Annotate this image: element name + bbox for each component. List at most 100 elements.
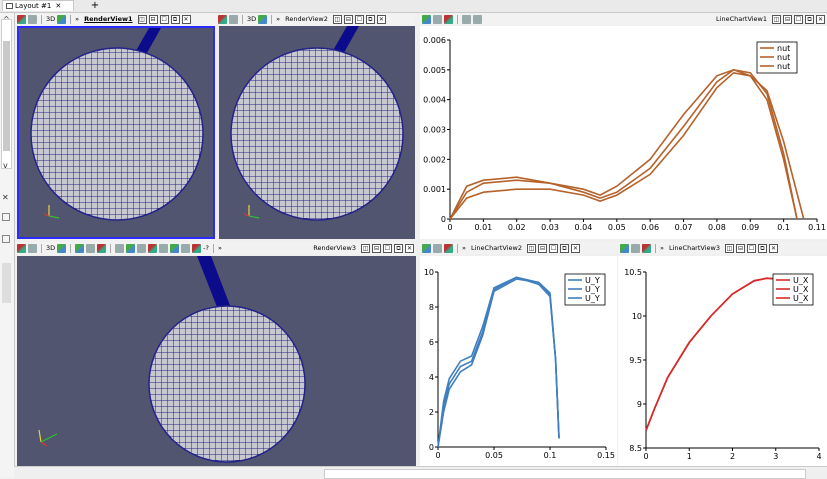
camera-reset-icon[interactable]	[17, 14, 26, 24]
pop-out-button[interactable]: ⧉	[757, 243, 767, 253]
chart-reset-icon[interactable]	[642, 243, 651, 253]
render-settings-icon[interactable]	[258, 14, 268, 24]
select-points-icon[interactable]	[86, 243, 96, 253]
camera-reset-icon[interactable]	[218, 14, 227, 24]
pop-out-button[interactable]: ⧉	[559, 243, 569, 253]
interaction-mode-icon[interactable]	[229, 14, 238, 24]
linechart3-panel[interactable]: 0 1 2 3 4 8.5 9 9.5 10 10.5 U_X U_X U_X	[618, 256, 827, 466]
orientation-axes	[43, 205, 60, 219]
interaction-mode-icon[interactable]	[28, 14, 37, 24]
x-tick-label: 0.11	[808, 223, 826, 232]
x-tick-label: 0.08	[708, 223, 726, 232]
close-view-button[interactable]: ✕	[405, 243, 414, 253]
hover-points-icon[interactable]	[148, 243, 158, 253]
close-view-button[interactable]: ✕	[768, 243, 778, 253]
tab-close-icon[interactable]: ✕	[55, 2, 61, 10]
split-vertical-button[interactable]: ⊟	[372, 243, 381, 253]
split-horizontal-button[interactable]: ◫	[137, 14, 147, 24]
ruler-icon[interactable]	[192, 243, 202, 253]
split-horizontal-button[interactable]: ◫	[361, 243, 370, 253]
tab-layout-1[interactable]: Layout #1 ✕	[2, 0, 74, 11]
interaction-mode-icon[interactable]	[28, 243, 37, 253]
tab-layout-label: Layout #1	[15, 2, 52, 10]
split-horizontal-button[interactable]: ◫	[724, 243, 734, 253]
scroll-down-arrow[interactable]: v	[3, 161, 8, 170]
chart-zoom-icon[interactable]	[422, 243, 431, 253]
chart-export-icon[interactable]	[462, 14, 471, 24]
chart-properties-icon[interactable]	[473, 14, 482, 24]
render-settings-icon[interactable]	[57, 243, 67, 253]
split-vertical-button[interactable]: ⊟	[537, 243, 547, 253]
mode-3d-button[interactable]: 3D	[46, 15, 55, 23]
toolbar-more-button[interactable]: »	[276, 15, 280, 23]
query-button[interactable]: -?	[203, 244, 209, 252]
renderview1-viewport[interactable]	[17, 26, 215, 239]
left-scrollbar-thumb[interactable]	[3, 41, 10, 151]
grow-selection-icon[interactable]	[159, 243, 169, 253]
split-horizontal-button[interactable]: ◫	[332, 14, 342, 24]
select-blocks-icon[interactable]	[126, 243, 136, 253]
toolbar-more-button[interactable]: »	[462, 244, 466, 252]
split-vertical-button[interactable]: ⊟	[343, 14, 353, 24]
close-view-button[interactable]: ✕	[570, 243, 580, 253]
chart-zoom-icon[interactable]	[422, 14, 431, 24]
toolbar-more-button[interactable]: »	[218, 244, 222, 252]
pop-out-button[interactable]: ⧉	[394, 243, 403, 253]
renderview1-title[interactable]: RenderView1	[81, 15, 135, 23]
pop-out-button[interactable]: ⧉	[365, 14, 375, 24]
maximize-button[interactable]: ☐	[354, 14, 364, 24]
camera-reset-icon[interactable]	[17, 243, 26, 253]
linechart1-title[interactable]: LineChartView1	[713, 15, 770, 23]
interactive-select-icon[interactable]	[137, 243, 147, 253]
renderview1-toolbar: 3D » RenderView1 ◫ ⊟ ☐ ⧉ ✕	[15, 13, 216, 25]
pop-out-button[interactable]: ⧉	[805, 14, 814, 24]
scroll-up-arrow[interactable]: ^	[3, 15, 10, 24]
chart-zoom-icon[interactable]	[620, 243, 629, 253]
dock-close-icon[interactable]: ✕	[2, 193, 9, 202]
maximize-button[interactable]: ☐	[548, 243, 558, 253]
dock-item-icon[interactable]	[2, 213, 10, 221]
chart-select-icon[interactable]	[631, 243, 640, 253]
split-horizontal-button[interactable]: ◫	[772, 14, 781, 24]
series-line	[437, 276, 560, 448]
clear-selection-icon[interactable]	[181, 243, 191, 253]
maximize-button[interactable]: ☐	[746, 243, 756, 253]
chart-reset-icon[interactable]	[444, 243, 453, 253]
dock-item-icon[interactable]	[2, 235, 10, 243]
close-view-button[interactable]: ✕	[181, 14, 191, 24]
close-view-button[interactable]: ✕	[816, 14, 825, 24]
y-tick-label: 0.001	[423, 185, 446, 194]
close-view-button[interactable]: ✕	[376, 14, 386, 24]
renderview3-title[interactable]: RenderView3	[310, 244, 359, 252]
maximize-button[interactable]: ☐	[383, 243, 392, 253]
linechart2-panel[interactable]: 0 0.05 0.1 0.15 0 2 4 6 8 10 U_Y U_Y U_Y	[420, 256, 617, 466]
new-tab-button[interactable]: +	[90, 0, 100, 11]
chart-select-icon[interactable]	[433, 14, 442, 24]
mode-3d-button[interactable]: 3D	[46, 244, 55, 252]
select-cells-icon[interactable]	[75, 243, 85, 253]
linechart1-panel[interactable]: 0 0.01 0.02 0.03 0.04 0.05 0.06 0.07 0.08 0.09 0.1…	[420, 26, 827, 239]
renderview2-title[interactable]: RenderView2	[282, 15, 331, 23]
toolbar-more-button[interactable]: »	[660, 244, 664, 252]
mode-3d-button[interactable]: 3D	[247, 15, 256, 23]
render-settings-icon[interactable]	[57, 14, 67, 24]
linechart3-title[interactable]: LineChartView3	[666, 244, 723, 252]
select-polygon-icon[interactable]	[115, 243, 125, 253]
select-frustum-icon[interactable]	[97, 243, 107, 253]
x-tick-label: 0.1	[544, 451, 557, 460]
dock-scroll-region[interactable]	[2, 263, 11, 303]
split-vertical-button[interactable]: ⊟	[783, 14, 792, 24]
maximize-button[interactable]: ☐	[794, 14, 803, 24]
split-horizontal-button[interactable]: ◫	[526, 243, 536, 253]
split-vertical-button[interactable]: ⊟	[735, 243, 745, 253]
chart-reset-icon[interactable]	[444, 14, 453, 24]
chart-select-icon[interactable]	[433, 243, 442, 253]
renderview3-viewport[interactable]	[17, 256, 416, 466]
renderview2-viewport[interactable]	[219, 26, 415, 239]
shrink-selection-icon[interactable]	[170, 243, 180, 253]
toolbar-more-button[interactable]: »	[75, 15, 79, 23]
linechart2-title[interactable]: LineChartView2	[468, 244, 525, 252]
split-vertical-button[interactable]: ⊟	[148, 14, 158, 24]
maximize-button[interactable]: ☐	[159, 14, 169, 24]
pop-out-button[interactable]: ⧉	[170, 14, 180, 24]
